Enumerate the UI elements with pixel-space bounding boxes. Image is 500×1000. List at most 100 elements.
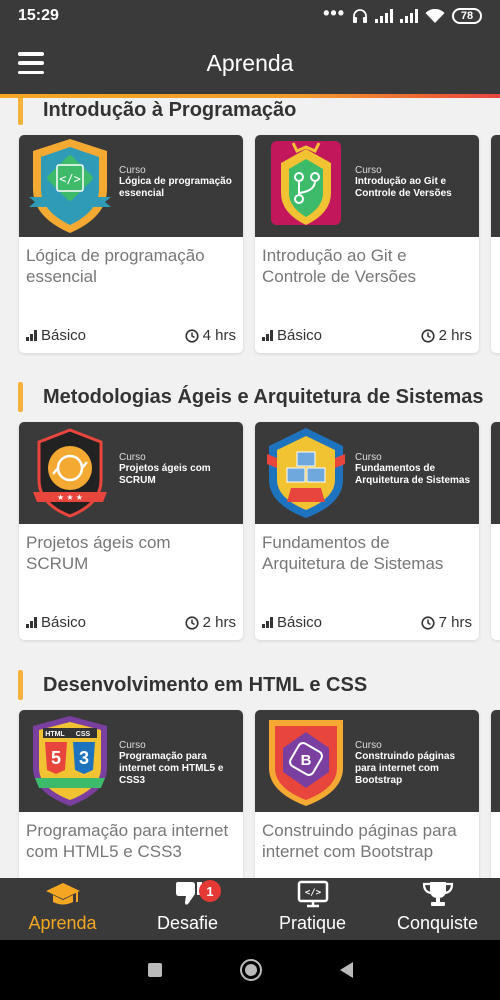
course-banner: Curso Fundamentos de Arquitetura de Sist…	[255, 422, 479, 524]
course-duration: 2 hrs	[421, 327, 472, 344]
course-banner: B Curso Construindo páginas para interne…	[255, 710, 479, 812]
banner-text: Curso Projetos ágeis com SCRUM	[119, 452, 241, 487]
back-icon[interactable]	[339, 962, 353, 978]
cycle-icon: ★ ★ ★	[33, 428, 107, 518]
course-banner: </> Curso Lógica de programação essencia…	[19, 135, 243, 237]
section-title: Metodologias Ágeis e Arquitetura de Sist…	[43, 385, 484, 408]
banner-text: Curso Construindo páginas para internet …	[355, 740, 477, 787]
duration-label: 4 hrs	[202, 327, 236, 344]
level-bars-icon	[262, 617, 273, 628]
duration-label: 2 hrs	[438, 327, 472, 344]
home-icon[interactable]	[239, 959, 262, 981]
svg-text:HTML: HTML	[45, 731, 65, 738]
course-title: Lógica de programação essencial	[26, 246, 205, 286]
section-header: Introdução à Programação	[18, 98, 296, 125]
course-card-html5-css3[interactable]: HTML CSS 5 3 Curso Programação para inte…	[19, 710, 243, 878]
section-title: Introdução à Programação	[43, 98, 297, 121]
section-accent-bar	[18, 98, 23, 125]
banner-text: Curso Lógica de programação essencial	[119, 165, 241, 200]
level-bars-icon	[26, 330, 37, 341]
svg-text:5: 5	[51, 748, 61, 768]
nav-desafie[interactable]: 1 Desafie	[125, 878, 250, 940]
course-title: Fundamentos de Arquitetura de Sistemas	[262, 533, 444, 573]
git-branch-icon	[271, 141, 341, 225]
level-label: Básico	[41, 327, 87, 344]
course-level: Básico	[262, 614, 322, 631]
duration-label: 7 hrs	[438, 614, 472, 631]
nav-pratique[interactable]: </> Pratique	[250, 878, 375, 940]
course-card-bootstrap[interactable]: B Curso Construindo páginas para interne…	[255, 710, 479, 878]
level-bars-icon	[26, 617, 37, 628]
svg-text:3: 3	[79, 748, 89, 768]
banner-text: Curso Fundamentos de Arquitetura de Sist…	[355, 452, 477, 487]
course-duration: 7 hrs	[421, 614, 472, 631]
signal-icon	[375, 9, 393, 23]
banner-course-name: Construindo páginas para internet com Bo…	[355, 751, 455, 786]
more-notifications-icon: •••	[323, 2, 345, 23]
code-brackets-icon: </>	[29, 139, 111, 233]
notification-badge: 1	[199, 880, 221, 902]
course-card-git[interactable]: Curso Introdução ao Git e Controle de Ve…	[255, 135, 479, 353]
system-navigation-bar	[0, 940, 500, 1000]
status-bar: 15:29 ••• 78	[0, 0, 500, 32]
duration-label: 2 hrs	[202, 614, 236, 631]
status-icons: ••• 78	[323, 3, 482, 24]
graduation-cap-icon	[45, 883, 80, 905]
wifi-icon	[425, 8, 445, 23]
headphones-icon	[353, 9, 367, 23]
banner-course-name: Programação para internet com HTML5 e CS…	[119, 751, 224, 786]
course-duration: 2 hrs	[185, 614, 236, 631]
nav-aprenda[interactable]: Aprenda	[0, 878, 125, 940]
banner-kind: Curso	[119, 452, 146, 463]
svg-text:B: B	[301, 752, 312, 769]
course-card-partial[interactable]	[491, 422, 500, 640]
course-title: Introdução ao Git e Controle de Versões	[262, 246, 417, 286]
course-card-partial[interactable]	[491, 710, 500, 878]
course-meta: Básico 2 hrs	[26, 614, 236, 631]
nav-conquiste[interactable]: Conquiste	[375, 878, 500, 940]
section-header: Desenvolvimento em HTML e CSS	[18, 670, 367, 700]
bottom-navigation: Aprenda 1 Desafie </> Pratique Conquiste	[0, 878, 500, 940]
svg-text:★ ★ ★: ★ ★ ★	[57, 493, 83, 502]
trophy-icon	[422, 882, 453, 906]
banner-kind: Curso	[119, 165, 146, 176]
banner-text: Curso Introdução ao Git e Controle de Ve…	[355, 165, 477, 200]
course-list[interactable]: Introdução à Programação </> Curso Lógic…	[0, 98, 500, 878]
course-meta: Básico 2 hrs	[262, 327, 472, 344]
level-bars-icon	[262, 330, 273, 341]
clock-icon	[421, 328, 435, 343]
course-title: Construindo páginas para internet com Bo…	[262, 821, 457, 861]
banner-course-name: Introdução ao Git e Controle de Versões	[355, 176, 452, 199]
section-accent-bar	[18, 382, 23, 412]
course-level: Básico	[26, 327, 86, 344]
svg-text:</>: </>	[304, 888, 321, 898]
clock-icon	[421, 615, 435, 630]
recent-apps-icon[interactable]	[147, 963, 162, 977]
nav-label: Aprenda	[28, 913, 97, 933]
level-label: Básico	[277, 614, 323, 631]
nav-label: Conquiste	[396, 913, 479, 933]
page-title: Aprenda	[206, 50, 294, 76]
course-card-arquitetura[interactable]: Curso Fundamentos de Arquitetura de Sist…	[255, 422, 479, 640]
course-banner: Curso Introdução ao Git e Controle de Ve…	[255, 135, 479, 237]
course-banner	[491, 710, 500, 812]
course-duration: 4 hrs	[185, 327, 236, 344]
status-time: 15:29	[18, 7, 59, 24]
banner-course-name: Projetos ágeis com SCRUM	[119, 463, 211, 486]
bootstrap-icon: B	[269, 720, 343, 806]
svg-text:</>: </>	[59, 172, 81, 186]
nav-label: Desafie	[156, 913, 219, 933]
signal-icon-2	[400, 9, 418, 23]
svg-text:CSS: CSS	[76, 731, 91, 738]
level-label: Básico	[41, 614, 87, 631]
course-card-partial[interactable]	[491, 135, 500, 353]
course-card-logica[interactable]: </> Curso Lógica de programação essencia…	[19, 135, 243, 353]
html5-css3-icon: HTML CSS 5 3	[33, 716, 107, 806]
nav-label: Pratique	[278, 913, 347, 933]
course-card-scrum[interactable]: ★ ★ ★ Curso Projetos ágeis com SCRUM Pro…	[19, 422, 243, 640]
course-meta: Básico 7 hrs	[262, 614, 472, 631]
section-header: Metodologias Ágeis e Arquitetura de Sist…	[18, 382, 483, 412]
banner-text: Curso Programação para internet com HTML…	[119, 740, 241, 787]
banner-course-name: Lógica de programação essencial	[119, 176, 232, 199]
course-title: Programação para internet com HTML5 e CS…	[26, 821, 229, 861]
